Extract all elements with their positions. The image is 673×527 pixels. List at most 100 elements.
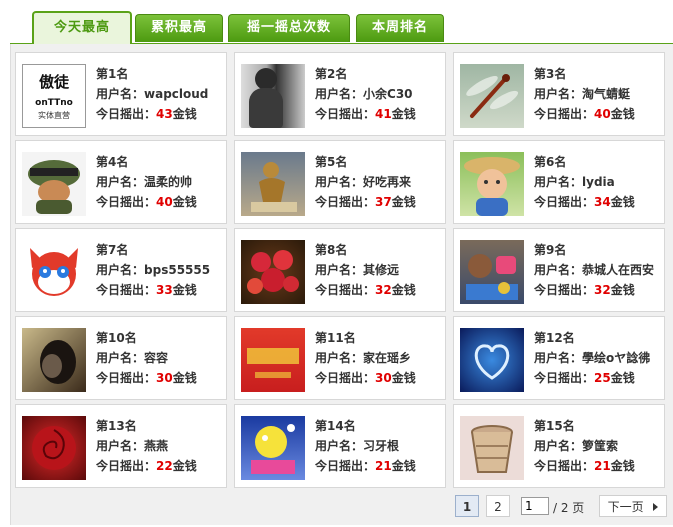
rank-card[interactable]: 第14名 用户名：习牙根 今日摇出：21金钱 <box>234 404 446 488</box>
blue-heart-icon <box>474 344 510 380</box>
tab-today-highest[interactable]: 今天最高 <box>32 11 132 46</box>
user-avatar[interactable] <box>460 152 524 216</box>
today-count-line: 今日摇出：30金钱 <box>96 368 197 388</box>
today-count: 34 <box>594 195 611 209</box>
today-count-line: 今日摇出：30金钱 <box>315 368 416 388</box>
user-avatar[interactable] <box>241 416 305 480</box>
user-avatar[interactable]: 傲徒 onTTno 实体直营 <box>22 64 86 128</box>
page-jump-input[interactable] <box>521 497 549 515</box>
user-avatar[interactable] <box>241 64 305 128</box>
username[interactable]: lydia <box>582 175 615 189</box>
rank-info: 第11名 用户名：家在瑶乡 今日摇出：30金钱 <box>315 328 416 388</box>
user-avatar[interactable] <box>241 328 305 392</box>
red-banner-icon <box>247 348 299 378</box>
today-label: 今日摇出： <box>534 283 595 297</box>
rank-info: 第15名 用户名：箩筐索 今日摇出：21金钱 <box>534 416 635 476</box>
username-label: 用户名： <box>315 175 364 189</box>
username[interactable]: 容容 <box>144 351 168 365</box>
next-page-label: 下一页 <box>607 500 644 514</box>
today-label: 今日摇出： <box>534 459 595 473</box>
rank-card[interactable]: 第7名 用户名：bps55555 今日摇出：33金钱 <box>15 228 227 312</box>
today-label: 今日摇出： <box>315 195 376 209</box>
page-2-button[interactable]: 2 <box>486 495 510 517</box>
username-line: 用户名：容容 <box>96 348 197 368</box>
user-avatar[interactable] <box>460 328 524 392</box>
username-line: 用户名：燕燕 <box>96 436 197 456</box>
rank-card[interactable]: 傲徒 onTTno 实体直营 第1名 用户名：wapcloud 今日摇出：43金… <box>15 52 227 136</box>
rank-card[interactable]: 第13名 用户名：燕燕 今日摇出：22金钱 <box>15 404 227 488</box>
unit-label: 金钱 <box>610 283 635 297</box>
rank-label: 第13名 <box>96 419 137 433</box>
rank-card[interactable]: 第15名 用户名：箩筐索 今日摇出：21金钱 <box>453 404 665 488</box>
username[interactable]: bps55555 <box>144 263 210 277</box>
username[interactable]: 箩筐索 <box>582 439 618 453</box>
rank-card[interactable]: 第11名 用户名：家在瑶乡 今日摇出：30金钱 <box>234 316 446 400</box>
tab-weekly-ranking[interactable]: 本周排名 <box>356 14 444 42</box>
rank-info: 第3名 用户名：淘气蜻蜓 今日摇出：40金钱 <box>534 64 635 124</box>
username[interactable]: 學绘oヤ諗彿 <box>582 351 650 365</box>
username-label: 用户名： <box>96 87 145 101</box>
rank-label: 第8名 <box>315 243 348 257</box>
unit-label: 金钱 <box>391 283 416 297</box>
today-label: 今日摇出： <box>96 283 157 297</box>
today-count: 21 <box>375 459 392 473</box>
today-count: 41 <box>375 107 392 121</box>
username[interactable]: wapcloud <box>144 87 208 101</box>
username[interactable]: 好吃再来 <box>363 175 411 189</box>
basket-icon <box>471 425 513 473</box>
rank-card[interactable]: 第6名 用户名：lydia 今日摇出：34金钱 <box>453 140 665 224</box>
today-count: 40 <box>156 195 173 209</box>
user-avatar[interactable] <box>22 240 86 304</box>
username[interactable]: 习牙根 <box>363 439 399 453</box>
next-page-button[interactable]: 下一页 <box>599 495 667 517</box>
rank-card[interactable]: 第10名 用户名：容容 今日摇出：30金钱 <box>15 316 227 400</box>
rank-label: 第10名 <box>96 331 137 345</box>
rank-card[interactable]: 第8名 用户名：其修远 今日摇出：32金钱 <box>234 228 446 312</box>
page-1-button[interactable]: 1 <box>455 495 479 517</box>
user-avatar[interactable] <box>460 240 524 304</box>
username[interactable]: 燕燕 <box>144 439 168 453</box>
rank-card[interactable]: 第3名 用户名：淘气蜻蜓 今日摇出：40金钱 <box>453 52 665 136</box>
rank-card[interactable]: 第9名 用户名：恭城人在西安 今日摇出：32金钱 <box>453 228 665 312</box>
username-label: 用户名： <box>315 87 364 101</box>
username[interactable]: 小余C30 <box>363 87 413 101</box>
username[interactable]: 恭城人在西安 <box>582 263 654 277</box>
username[interactable]: 淘气蜻蜓 <box>582 87 630 101</box>
today-count-line: 今日摇出：22金钱 <box>96 456 197 476</box>
tab-total-shakes[interactable]: 摇一摇总次数 <box>228 14 350 42</box>
rank-card[interactable]: 第2名 用户名：小余C30 今日摇出：41金钱 <box>234 52 446 136</box>
rank-info: 第7名 用户名：bps55555 今日摇出：33金钱 <box>96 240 210 300</box>
username-line: 用户名：bps55555 <box>96 260 210 280</box>
rank-info: 第8名 用户名：其修远 今日摇出：32金钱 <box>315 240 416 300</box>
username-label: 用户名： <box>534 87 583 101</box>
username[interactable]: 其修远 <box>363 263 399 277</box>
rank-card[interactable]: 第12名 用户名：學绘oヤ諗彿 今日摇出：25金钱 <box>453 316 665 400</box>
rank-info: 第1名 用户名：wapcloud 今日摇出：43金钱 <box>96 64 208 124</box>
user-avatar[interactable] <box>22 328 86 392</box>
page-total: / 2 页 <box>553 501 585 515</box>
today-count: 33 <box>156 283 173 297</box>
today-count: 30 <box>156 371 173 385</box>
user-avatar[interactable] <box>241 240 305 304</box>
rank-card[interactable]: 第5名 用户名：好吃再来 今日摇出：37金钱 <box>234 140 446 224</box>
user-avatar[interactable] <box>241 152 305 216</box>
today-count: 37 <box>375 195 392 209</box>
today-count: 21 <box>594 459 611 473</box>
today-label: 今日摇出： <box>96 459 157 473</box>
unit-label: 金钱 <box>391 459 416 473</box>
chevron-right-icon <box>653 503 659 511</box>
username-label: 用户名： <box>534 263 583 277</box>
user-avatar[interactable] <box>22 152 86 216</box>
user-avatar[interactable] <box>460 416 524 480</box>
rank-card[interactable]: 第4名 用户名：温柔的帅 今日摇出：40金钱 <box>15 140 227 224</box>
username[interactable]: 家在瑶乡 <box>363 351 411 365</box>
username[interactable]: 温柔的帅 <box>144 175 192 189</box>
username-label: 用户名： <box>315 439 364 453</box>
username-line: 用户名：好吃再来 <box>315 172 416 192</box>
unit-label: 金钱 <box>391 195 416 209</box>
user-avatar[interactable] <box>22 416 86 480</box>
figure-shape <box>255 68 277 90</box>
tab-cumulative-highest[interactable]: 累积最高 <box>135 14 223 42</box>
user-avatar[interactable] <box>460 64 524 128</box>
rank-label: 第4名 <box>96 155 129 169</box>
